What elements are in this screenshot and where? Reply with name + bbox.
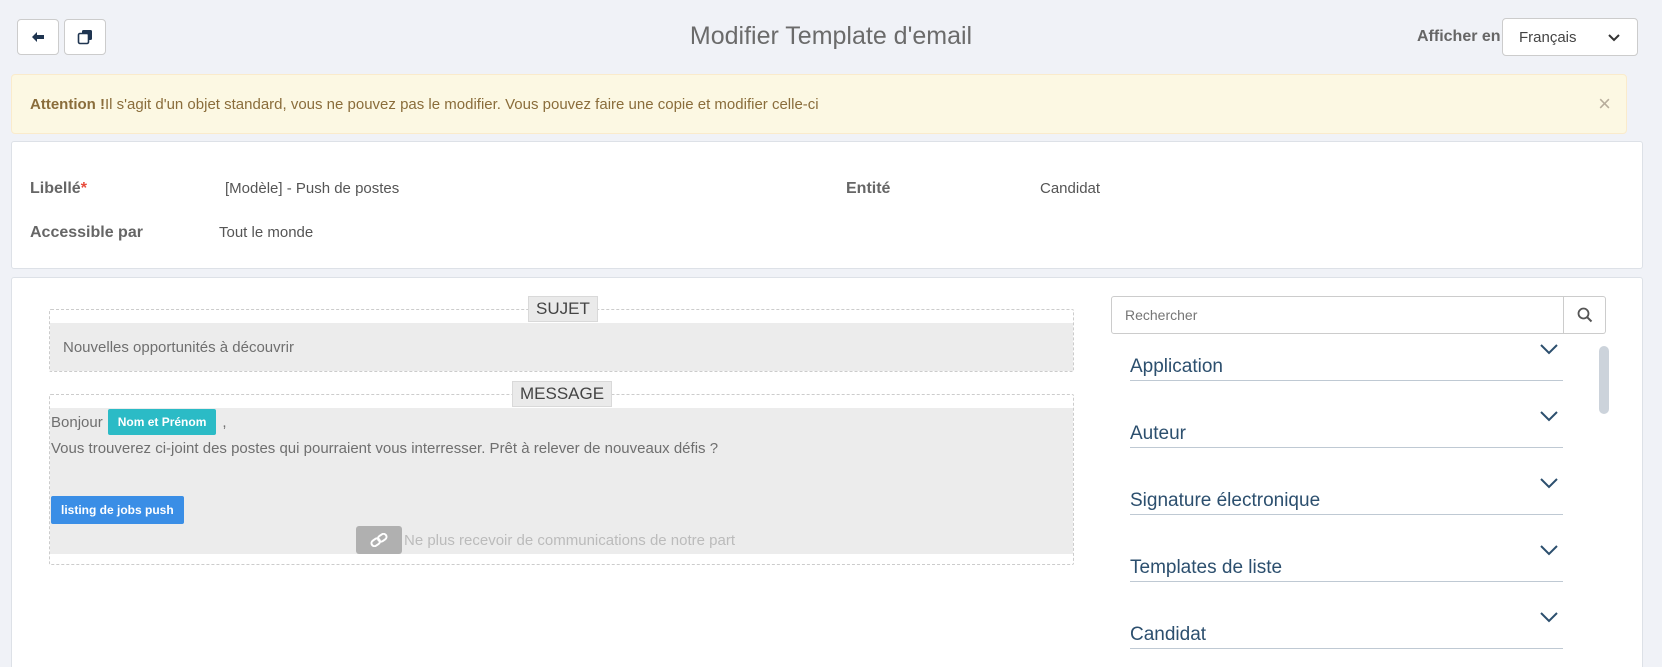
greeting-line: Bonjour Nom et Prénom , bbox=[51, 409, 227, 435]
accessible-label: Accessible par bbox=[30, 224, 143, 241]
greeting-comma: , bbox=[222, 413, 227, 431]
chevron-down-icon bbox=[1540, 612, 1558, 623]
link-chip bbox=[356, 526, 402, 554]
chevron-down-icon bbox=[1608, 34, 1620, 42]
sidebar-scrollbar[interactable] bbox=[1599, 346, 1609, 414]
unsubscribe-link[interactable]: Ne plus recevoir de communications de no… bbox=[356, 526, 735, 554]
message-section: Bonjour Nom et Prénom , Vous trouverez c… bbox=[49, 381, 1074, 565]
search-icon bbox=[1577, 307, 1592, 323]
accordion-label: Templates de liste bbox=[1130, 557, 1283, 578]
alert-strong: Attention ! bbox=[30, 95, 105, 113]
greeting-text: Bonjour bbox=[51, 413, 103, 431]
accordion-label: Auteur bbox=[1130, 423, 1186, 444]
language-label: Afficher en bbox=[1417, 28, 1501, 45]
accordion-item-candidat[interactable]: Candidat bbox=[1130, 601, 1563, 649]
chevron-down-icon bbox=[1540, 344, 1558, 355]
subject-section: Nouvelles opportunités à découvrir SUJET bbox=[49, 296, 1074, 372]
alert-text: Il s'agit d'un objet standard, vous ne p… bbox=[104, 95, 819, 113]
accordion-label: Candidat bbox=[1130, 624, 1207, 645]
message-body-line: Vous trouverez ci-joint des postes qui p… bbox=[51, 440, 719, 457]
message-title: MESSAGE bbox=[512, 381, 613, 407]
entite-label: Entité bbox=[846, 180, 891, 197]
accordion-label: Application bbox=[1130, 356, 1223, 377]
libelle-label: Libellé* bbox=[30, 180, 87, 197]
accessible-value: Tout le monde bbox=[219, 224, 314, 241]
unsubscribe-text: Ne plus recevoir de communications de no… bbox=[404, 531, 735, 549]
message-editor[interactable]: Bonjour Nom et Prénom , Vous trouverez c… bbox=[50, 408, 1073, 554]
template-info-card: Libellé* [Modèle] - Push de postes Entit… bbox=[11, 141, 1643, 269]
accordion-item-signature[interactable]: Signature électronique bbox=[1130, 467, 1563, 515]
chevron-down-icon bbox=[1540, 545, 1558, 556]
libelle-value: [Modèle] - Push de postes bbox=[225, 180, 400, 197]
link-icon bbox=[370, 533, 388, 547]
language-select-value: Français bbox=[1519, 28, 1577, 46]
alert-close-button[interactable]: × bbox=[1598, 93, 1611, 115]
accordion-item-auteur[interactable]: Auteur bbox=[1130, 400, 1563, 448]
top-bar: Modifier Template d'email Afficher en Fr… bbox=[0, 0, 1662, 74]
accordion-item-templates[interactable]: Templates de liste bbox=[1130, 534, 1563, 582]
language-select[interactable]: Français bbox=[1502, 18, 1638, 56]
required-mark: * bbox=[80, 180, 87, 197]
search-input[interactable] bbox=[1111, 296, 1564, 334]
search-button[interactable] bbox=[1564, 296, 1606, 334]
warning-alert: Attention !Il s'agit d'un objet standard… bbox=[11, 74, 1627, 134]
page-title: Modifier Template d'email bbox=[689, 22, 973, 50]
jobs-listing-tag[interactable]: listing de jobs push bbox=[51, 496, 184, 524]
chevron-down-icon bbox=[1540, 478, 1558, 489]
entite-value: Candidat bbox=[1040, 180, 1101, 197]
subject-title: SUJET bbox=[528, 296, 598, 322]
accordion-item-application[interactable]: Application bbox=[1130, 333, 1563, 381]
email-editor-card: Nouvelles opportunités à découvrir SUJET… bbox=[11, 277, 1643, 667]
chevron-down-icon bbox=[1540, 411, 1558, 422]
name-merge-tag[interactable]: Nom et Prénom bbox=[107, 409, 217, 435]
subject-input[interactable]: Nouvelles opportunités à découvrir bbox=[50, 323, 1073, 371]
accordion-label: Signature électronique bbox=[1130, 490, 1321, 511]
